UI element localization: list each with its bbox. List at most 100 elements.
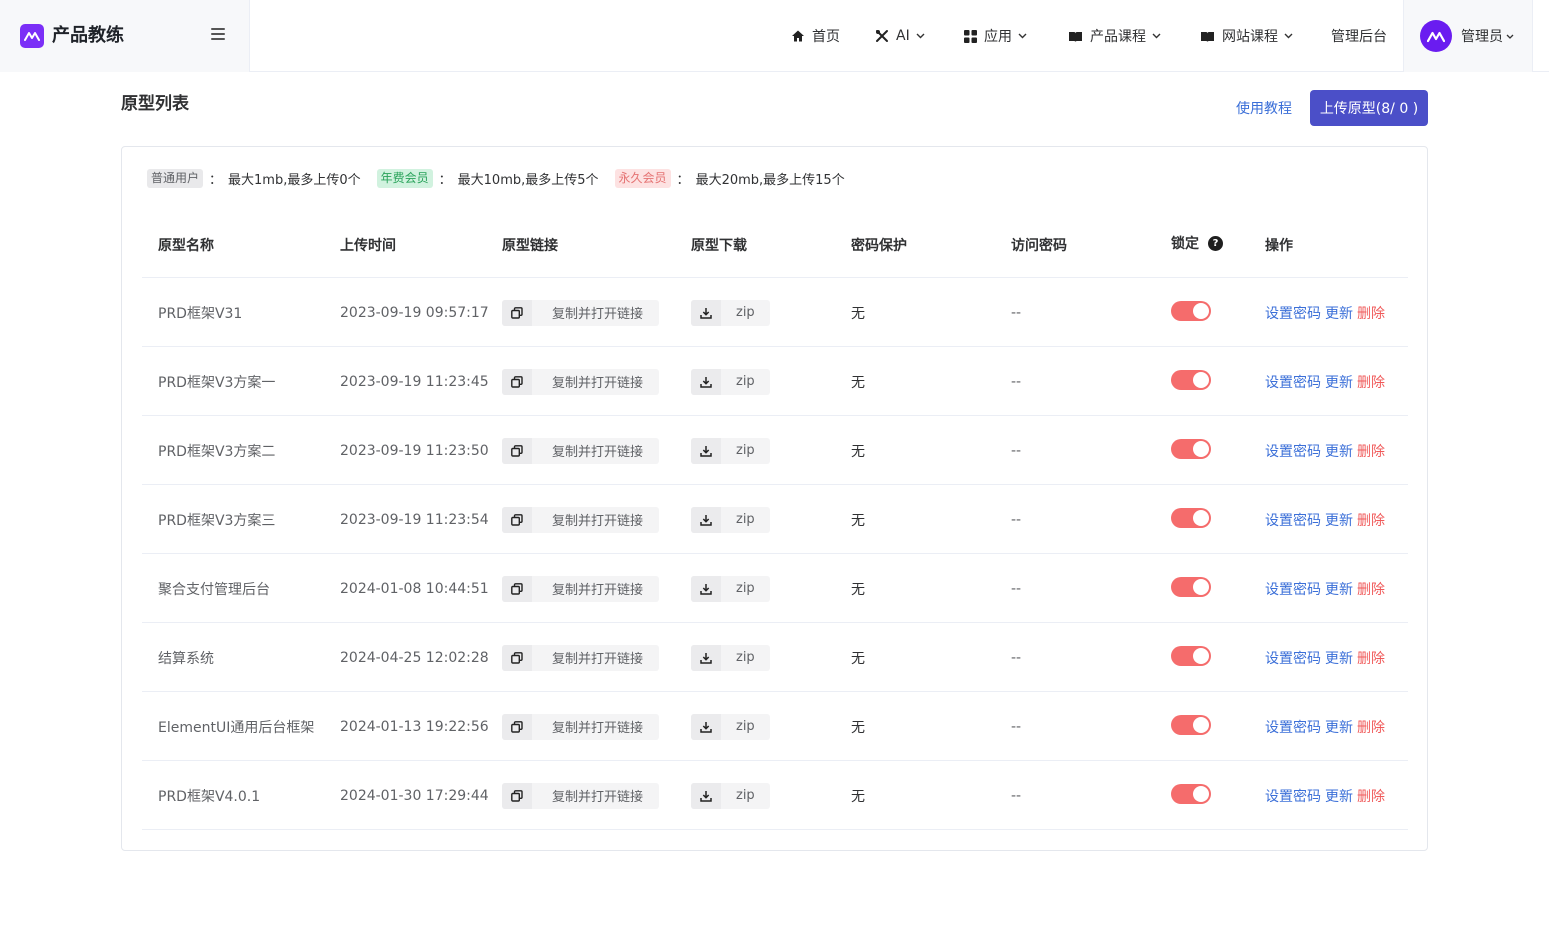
password-protect: 无	[851, 374, 865, 391]
lock-toggle[interactable]	[1171, 369, 1211, 390]
actions-cell: 设置密码 更新 删除	[1265, 485, 1389, 554]
copy-icon	[502, 437, 532, 464]
delete-link[interactable]: 删除	[1357, 648, 1385, 668]
access-password: --	[1011, 442, 1022, 459]
delete-link[interactable]: 删除	[1357, 510, 1385, 530]
prototype-name: 结算系统	[158, 650, 214, 667]
lock-toggle[interactable]	[1171, 438, 1211, 459]
download-zip-button[interactable]: zip	[691, 575, 770, 602]
update-link[interactable]: 更新	[1325, 717, 1353, 737]
book-icon	[1201, 31, 1214, 42]
header-lock: 锁定 ?	[1171, 233, 1223, 253]
nav-apps[interactable]: 应用	[964, 0, 1027, 72]
lock-toggle[interactable]	[1171, 300, 1211, 321]
chevron-down-icon	[1506, 34, 1514, 39]
password-protect: 无	[851, 443, 865, 460]
delete-link[interactable]: 删除	[1357, 441, 1385, 461]
update-link[interactable]: 更新	[1325, 579, 1353, 599]
table-row: PRD框架V31 2023-09-19 09:57:17 复制并打开链接 zip…	[142, 278, 1408, 347]
set-password-link[interactable]: 设置密码	[1265, 717, 1321, 737]
download-zip-button[interactable]: zip	[691, 437, 770, 464]
actions-cell: 设置密码 更新 删除	[1265, 761, 1389, 830]
copy-open-link-label: 复制并打开链接	[552, 583, 644, 598]
top-navbar: 产品教练 首页 AI 应用 产品课程 网站课程 管理后台 管理员	[0, 0, 1549, 72]
brand-name[interactable]: 产品教练	[52, 24, 124, 48]
download-icon	[691, 575, 721, 602]
copy-open-link-button[interactable]: 复制并打开链接	[502, 506, 660, 533]
copy-open-link-label: 复制并打开链接	[552, 721, 644, 736]
download-zip-button[interactable]: zip	[691, 506, 770, 533]
copy-open-link-button[interactable]: 复制并打开链接	[502, 299, 660, 326]
upload-time: 2024-01-13 19:22:56	[340, 718, 489, 735]
chevron-down-icon	[1152, 33, 1161, 39]
copy-open-link-button[interactable]: 复制并打开链接	[502, 368, 660, 395]
lock-cell	[1171, 347, 1211, 416]
download-zip-button[interactable]: zip	[691, 299, 770, 326]
lock-toggle[interactable]	[1171, 783, 1211, 804]
nav-ai[interactable]: AI	[875, 0, 925, 72]
update-link[interactable]: 更新	[1325, 303, 1353, 323]
update-link[interactable]: 更新	[1325, 648, 1353, 668]
nav-home[interactable]: 首页	[791, 0, 840, 72]
set-password-link[interactable]: 设置密码	[1265, 372, 1321, 392]
upload-time: 2024-01-30 17:29:44	[340, 787, 489, 804]
prototype-name: PRD框架V4.0.1	[158, 788, 261, 805]
table-row: PRD框架V3方案一 2023-09-19 11:23:45 复制并打开链接 z…	[142, 347, 1408, 416]
lock-toggle[interactable]	[1171, 714, 1211, 735]
tutorial-link[interactable]: 使用教程	[1236, 99, 1292, 119]
lock-cell	[1171, 278, 1211, 347]
set-password-link[interactable]: 设置密码	[1265, 441, 1321, 461]
delete-link[interactable]: 删除	[1357, 579, 1385, 599]
update-link[interactable]: 更新	[1325, 510, 1353, 530]
set-password-link[interactable]: 设置密码	[1265, 303, 1321, 323]
help-icon[interactable]: ?	[1208, 235, 1223, 251]
download-zip-button[interactable]: zip	[691, 782, 770, 809]
delete-link[interactable]: 删除	[1357, 372, 1385, 392]
set-password-link[interactable]: 设置密码	[1265, 579, 1321, 599]
copy-open-link-button[interactable]: 复制并打开链接	[502, 575, 660, 602]
download-icon	[691, 299, 721, 326]
tag-annual-member: 年费会员	[376, 169, 433, 188]
lock-cell	[1171, 485, 1211, 554]
quota-separator: ：	[438, 173, 452, 188]
set-password-link[interactable]: 设置密码	[1265, 648, 1321, 668]
lock-toggle[interactable]	[1171, 507, 1211, 528]
download-cell: zip	[691, 485, 770, 554]
download-zip-button[interactable]: zip	[691, 644, 770, 671]
update-link[interactable]: 更新	[1325, 441, 1353, 461]
set-password-link[interactable]: 设置密码	[1265, 510, 1321, 530]
upload-prototype-button[interactable]: 上传原型(8/ 0 )	[1310, 90, 1428, 126]
user-menu[interactable]: 管理员	[1403, 0, 1533, 72]
download-zip-button[interactable]: zip	[691, 713, 770, 740]
copy-open-link-button[interactable]: 复制并打开链接	[502, 713, 660, 740]
nav-product-course[interactable]: 产品课程	[1068, 0, 1161, 72]
copy-open-link-button[interactable]: 复制并打开链接	[502, 437, 660, 464]
nav-admin[interactable]: 管理后台	[1331, 0, 1387, 72]
nav-site-course[interactable]: 网站课程	[1200, 0, 1293, 72]
tag-normal-user: 普通用户	[147, 169, 204, 188]
download-zip-button[interactable]: zip	[691, 368, 770, 395]
delete-link[interactable]: 删除	[1357, 303, 1385, 323]
header-upload-time: 上传时间	[340, 238, 396, 254]
update-link[interactable]: 更新	[1325, 372, 1353, 392]
menu-toggle-icon[interactable]	[211, 27, 225, 41]
table-row: 聚合支付管理后台 2024-01-08 10:44:51 复制并打开链接 zip…	[142, 554, 1408, 623]
download-cell: zip	[691, 416, 770, 485]
lock-toggle[interactable]	[1171, 645, 1211, 666]
copy-open-link-label: 复制并打开链接	[552, 445, 644, 460]
update-link[interactable]: 更新	[1325, 786, 1353, 806]
download-cell: zip	[691, 623, 770, 692]
zip-label: zip	[736, 443, 755, 458]
delete-link[interactable]: 删除	[1357, 786, 1385, 806]
zip-label: zip	[736, 650, 755, 665]
copy-open-link-button[interactable]: 复制并打开链接	[502, 782, 660, 809]
download-cell: zip	[691, 554, 770, 623]
delete-link[interactable]: 删除	[1357, 717, 1385, 737]
logo-icon[interactable]	[20, 24, 44, 48]
nav-admin-label: 管理后台	[1331, 29, 1387, 45]
lock-toggle[interactable]	[1171, 576, 1211, 597]
access-password: --	[1011, 649, 1022, 666]
link-cell: 复制并打开链接	[502, 761, 660, 830]
copy-open-link-button[interactable]: 复制并打开链接	[502, 644, 660, 671]
set-password-link[interactable]: 设置密码	[1265, 786, 1321, 806]
